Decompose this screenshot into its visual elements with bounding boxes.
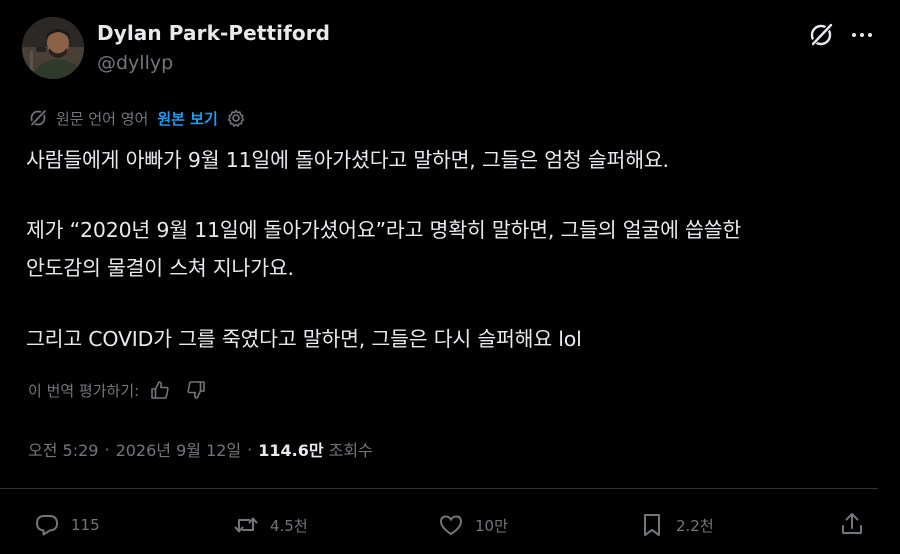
share-icon[interactable] [838,510,866,538]
reply-icon [36,515,58,536]
tweet-text-line-4: 그리고 COVID가 그를 죽였다고 말하면, 그들은 다시 슬퍼해요 lol [26,327,582,351]
repost-count: 4.5천 [270,516,308,535]
tweet-meta: 오전 5:29 · 2026년 9월 12일 · 114.6만 조회수 [28,436,373,462]
repost-button[interactable]: 4.5천 [232,510,308,540]
heart-icon [440,515,462,535]
tweet-text-line-2: 제가 “2020년 9월 11일에 돌아가셨어요”라고 명확히 말하면, 그들의… [26,218,742,242]
rate-translation-label: 이 번역 평가하기: [28,381,140,400]
thumbs-down-icon[interactable] [185,379,207,401]
reply-button[interactable]: 115 [33,510,100,540]
thumbs-up-icon[interactable] [149,379,171,401]
author-name[interactable]: Dylan Park-Pettiford [97,21,330,45]
meta-separator: · [247,439,253,459]
divider [0,488,878,489]
show-original-link[interactable]: 원본 보기 [157,108,217,129]
tweet-date[interactable]: 2026년 9월 12일 [116,437,242,461]
repost-icon [234,517,258,533]
tweet-text-line-1: 사람들에게 아빠가 9월 11일에 돌아가셨다고 말하면, 그들은 엄청 슬퍼해… [26,148,669,172]
meta-separator: · [104,439,110,459]
avatar-image [22,17,84,79]
translate-icon [29,109,47,127]
reply-count: 115 [71,516,100,534]
grok-icon[interactable] [806,20,836,50]
more-icon[interactable] [848,22,876,48]
avatar[interactable] [22,17,84,79]
author-handle[interactable]: @dyllyp [97,52,173,74]
gear-icon[interactable] [226,108,246,128]
bookmark-icon [644,514,660,536]
rate-translation: 이 번역 평가하기: [28,377,207,403]
bookmark-button[interactable]: 2.2천 [638,510,714,540]
like-count: 10만 [475,516,508,535]
translation-notice: 원문 언어 영어 원본 보기 [28,105,246,131]
tweet-time[interactable]: 오전 5:29 [28,437,98,461]
views-label: 조회수 [328,441,373,460]
tweet-text-line-3: 안도감의 물결이 스쳐 지나가요. [26,256,294,280]
like-button[interactable]: 10만 [437,510,508,540]
translation-label: 원문 언어 영어 [56,109,149,128]
views-count[interactable]: 114.6만 [258,437,323,461]
bookmark-count: 2.2천 [676,516,714,535]
